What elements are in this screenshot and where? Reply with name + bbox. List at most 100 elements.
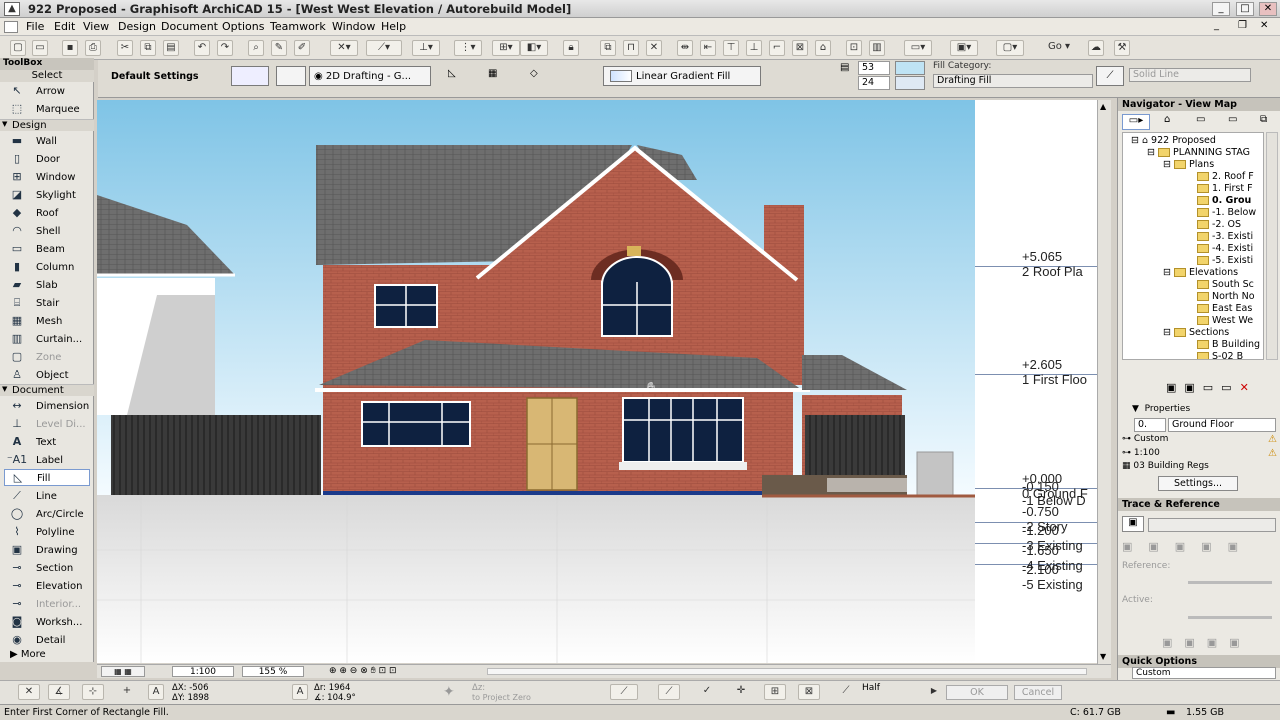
tool-skylight[interactable]: ◪ Skylight	[4, 187, 90, 204]
find-select-icon[interactable]: ⌕	[248, 40, 264, 56]
absolute-polar-icon[interactable]: A	[292, 684, 308, 700]
book-icon[interactable]: ▥	[869, 40, 885, 56]
copy-icon[interactable]: ⧉	[140, 40, 156, 56]
menu-document[interactable]: Document	[161, 20, 218, 33]
close-button[interactable]: ✕	[1259, 2, 1277, 16]
run-icon[interactable]: ⚒	[1114, 40, 1130, 56]
menu-view[interactable]: View	[83, 20, 109, 33]
grid-icon[interactable]: ⋮▾	[454, 40, 482, 56]
toolbox-section-design[interactable]: Design	[0, 119, 94, 131]
tool-window[interactable]: ⊞ Window	[4, 169, 90, 186]
tool-dimension[interactable]: ↔ Dimension	[4, 398, 90, 415]
tree-elev-west[interactable]: West We	[1197, 315, 1253, 326]
tree-elev-north[interactable]: North No	[1197, 291, 1255, 302]
scroll-up-icon[interactable]: ▲	[1100, 102, 1106, 111]
origin-icon[interactable]: +	[116, 684, 138, 700]
tree-plan-below[interactable]: -1. Below	[1197, 207, 1256, 218]
tree-plan-existing3[interactable]: -3. Existi	[1197, 231, 1253, 242]
tool-detail[interactable]: ◉ Detail	[4, 632, 90, 649]
horizontal-scrollbar[interactable]	[487, 668, 1087, 675]
cancel-input-icon[interactable]: ✕	[18, 684, 40, 700]
prop-set-row[interactable]: ▦ 03 Building Regs	[1122, 461, 1272, 471]
teamwork-cloud-icon[interactable]: ☁	[1088, 40, 1104, 56]
split-icon[interactable]: ⊤	[723, 40, 739, 56]
fill-pattern-swatch[interactable]	[276, 66, 306, 86]
new-icon[interactable]: ▢	[10, 40, 26, 56]
special-snap-icon[interactable]: ✛	[730, 684, 752, 700]
tool-section[interactable]: ⊸ Section	[4, 560, 90, 577]
tool-slab[interactable]: ▰ Slab	[4, 277, 90, 294]
quick-options-value[interactable]: Custom	[1132, 667, 1276, 679]
delta-r-value[interactable]: Δr: 1964	[314, 683, 350, 693]
project-map-icon[interactable]: ▭▸	[1122, 114, 1150, 130]
guide-lines-icon[interactable]: ✕▾	[330, 40, 358, 56]
trace-dropdown[interactable]	[1148, 518, 1276, 532]
tool-arc-circle[interactable]: ◯ Arc/Circle	[4, 506, 90, 523]
tool-interior-elevation[interactable]: ⊸ Interior...	[4, 596, 90, 613]
tool-shell[interactable]: ◠ Shell	[4, 223, 90, 240]
menu-options[interactable]: Options	[222, 20, 264, 33]
3d-icon[interactable]: ◧▾	[520, 40, 548, 56]
line-type-field[interactable]: Solid Line	[1129, 68, 1251, 82]
trace-action-icons[interactable]: ▣▣▣▣▣	[1122, 540, 1254, 553]
print-icon[interactable]: ⎙	[85, 40, 101, 56]
fillet-icon[interactable]: ⌐	[769, 40, 785, 56]
fill-tool-settings-button[interactable]	[231, 66, 269, 86]
window-combo-icon[interactable]: ▢▾	[996, 40, 1024, 56]
tool-zone[interactable]: ▢ Zone	[4, 349, 90, 366]
maximize-button[interactable]: □	[1236, 2, 1254, 16]
tree-elev-east[interactable]: East Eas	[1197, 303, 1252, 314]
layer-combo-icon[interactable]: ▭▾	[904, 40, 932, 56]
trace-bottom-icons[interactable]: ▣▣▣▣	[1162, 636, 1252, 649]
properties-header[interactable]: ▼ Properties	[1132, 404, 1190, 414]
settings-button[interactable]: Settings...	[1158, 476, 1238, 491]
tool-line[interactable]: ⟋ Line	[4, 488, 90, 505]
adjust-icon[interactable]: ⇹	[677, 40, 693, 56]
guide-icon[interactable]: ✓	[696, 684, 718, 700]
ok-button[interactable]: OK	[946, 685, 1008, 700]
trim-icon[interactable]: ⇤	[700, 40, 716, 56]
fill-type-selector[interactable]: Linear Gradient Fill	[603, 66, 761, 86]
tool-wall[interactable]: ▬ Wall	[4, 133, 90, 150]
doc-minimize-button[interactable]: _	[1214, 20, 1219, 31]
reference-slider[interactable]	[1188, 581, 1272, 584]
tree-elevations[interactable]: ⊟ Elevations	[1163, 267, 1238, 278]
view-map-icon[interactable]: ⌂	[1164, 114, 1170, 125]
tree-sections[interactable]: ⊟ Sections	[1163, 327, 1229, 338]
layout-icon[interactable]: ⊞▾	[492, 40, 520, 56]
snap-points-icon[interactable]: ⊞	[764, 684, 786, 700]
menu-window[interactable]: Window	[332, 20, 375, 33]
polar-icon[interactable]: ∡	[48, 684, 70, 700]
toolbox-more[interactable]: ▶ More	[10, 649, 46, 660]
tool-fill[interactable]: ◺ Fill	[4, 469, 90, 486]
lock-icon[interactable]: 🔒︎	[563, 40, 579, 56]
grid-snap-icon[interactable]: ⊠	[798, 684, 820, 700]
snap-value[interactable]: Half	[862, 683, 880, 693]
zoom-field[interactable]: 155 %	[242, 666, 304, 677]
menu-design[interactable]: Design	[118, 20, 156, 33]
publisher-icon[interactable]: ▭	[1228, 114, 1237, 125]
prop-custom-row[interactable]: ⊶ Custom	[1122, 434, 1272, 444]
tree-plan-existing4[interactable]: -4. Existi	[1197, 243, 1253, 254]
tool-elevation[interactable]: ⊸ Elevation	[4, 578, 90, 595]
layer-selector[interactable]: ◉ 2D Drafting - G...	[309, 66, 431, 86]
pen1-field[interactable]: 53	[858, 61, 890, 75]
offset-icon[interactable]: ⊥	[746, 40, 762, 56]
trace-toggle-icon[interactable]: ▣	[1122, 516, 1144, 532]
menu-edit[interactable]: Edit	[54, 20, 75, 33]
delta-y-value[interactable]: ΔY: 1898	[172, 693, 209, 703]
constraint-icon[interactable]: ⟋	[610, 684, 638, 700]
view-options-icon[interactable]: ▦ ▦	[101, 666, 145, 677]
fill-type-icon[interactable]: ◺	[448, 68, 466, 84]
menu-help[interactable]: Help	[381, 20, 406, 33]
document-icon[interactable]	[4, 21, 18, 33]
cam-icon[interactable]: ⊡	[846, 40, 862, 56]
tool-polyline[interactable]: ⌇ Polyline	[4, 524, 90, 541]
redo-icon[interactable]: ↷	[217, 40, 233, 56]
view-combo-icon[interactable]: ▣▾	[950, 40, 978, 56]
save-icon[interactable]: ▪	[62, 40, 78, 56]
eyedropper-icon[interactable]: ✎	[271, 40, 287, 56]
relative-icon[interactable]: ⊹	[82, 684, 104, 700]
tool-label[interactable]: ⁻A1 Label	[4, 452, 90, 469]
tree-plan-roof[interactable]: 2. Roof F	[1197, 171, 1254, 182]
